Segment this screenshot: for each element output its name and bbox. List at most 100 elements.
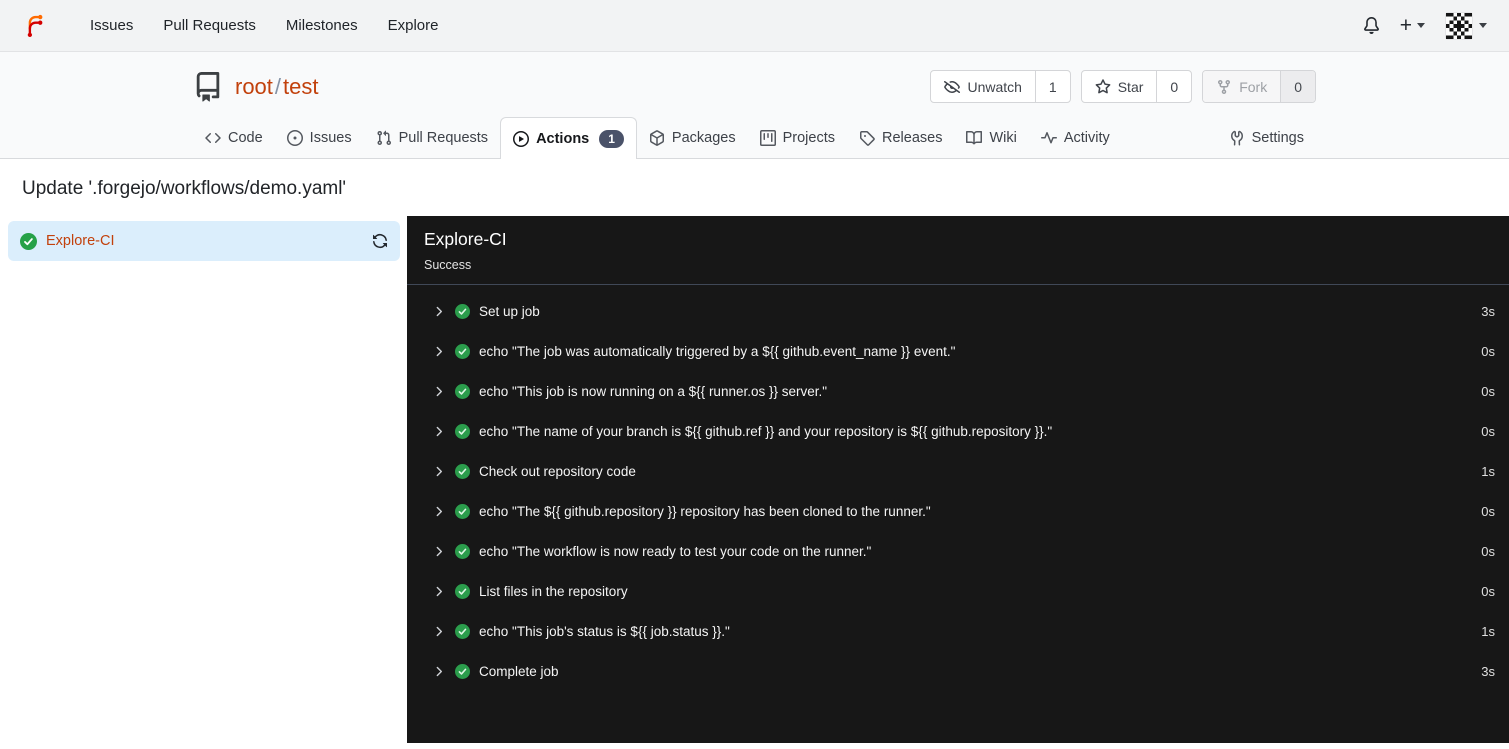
step-duration: 1s [1481,623,1495,639]
step-name: echo "The ${{ github.repository }} repos… [479,503,931,519]
step-duration: 0s [1481,503,1495,519]
step-name: echo "This job is now running on a ${{ r… [479,383,828,399]
chevron-right-icon [431,544,446,559]
step-name: List files in the repository [479,583,628,599]
step-row[interactable]: Set up job 3s [407,291,1509,331]
plus-icon: + [1399,14,1412,37]
avatar [1445,11,1473,40]
chevron-right-icon [431,664,446,679]
tab-pull-requests-label: Pull Requests [398,129,489,146]
repo-forked-icon [1216,79,1232,95]
nav-explore[interactable]: Explore [373,0,454,52]
tab-settings-label: Settings [1251,129,1304,146]
eye-closed-icon [944,79,961,95]
step-name: Check out repository code [479,463,636,479]
repo-title: root/test [193,71,319,102]
check-circle-icon [455,663,470,679]
step-row[interactable]: echo "This job is now running on a ${{ r… [407,371,1509,411]
repo-separator: / [274,73,282,99]
repo-owner-link[interactable]: root [235,74,273,99]
step-row[interactable]: echo "This job's status is ${{ job.statu… [407,611,1509,651]
repo-name-link[interactable]: test [283,74,318,99]
step-name: echo "The name of your branch is ${{ git… [479,423,1053,439]
check-circle-icon [455,463,470,479]
top-navbar: Issues Pull Requests Milestones Explore … [0,0,1509,52]
unwatch-label: Unwatch [967,78,1022,95]
tab-packages[interactable]: Packages [637,117,748,158]
job-log-panel: Explore-CI Success Set up job 3s echo "T… [407,216,1509,743]
step-name: echo "The workflow is now ready to test … [479,543,872,559]
star-icon [1095,78,1111,95]
chevron-right-icon [431,624,446,639]
job-name: Explore-CI [46,233,115,249]
check-circle-icon [455,503,470,519]
star-button-group: Star 0 [1080,70,1193,103]
step-name: echo "The job was automatically triggere… [479,343,956,359]
unwatch-button[interactable]: Unwatch [931,71,1034,102]
tab-settings[interactable]: Settings [1217,117,1316,158]
step-duration: 1s [1481,463,1495,479]
stars-count[interactable]: 0 [1156,71,1191,102]
watchers-count[interactable]: 1 [1034,71,1070,102]
tab-releases[interactable]: Releases [847,117,954,158]
chevron-down-icon [1417,23,1425,28]
tab-projects[interactable]: Projects [748,117,847,158]
tab-releases-label: Releases [882,129,943,146]
actions-run-page: Update '.forgejo/workflows/demo.yaml' Ex… [0,159,1509,743]
tab-issues-label: Issues [309,129,352,146]
chevron-right-icon [431,384,446,399]
check-circle-icon [455,623,470,639]
step-row[interactable]: echo "The ${{ github.repository }} repos… [407,491,1509,531]
job-status-text: Success [424,258,472,272]
step-row[interactable]: Complete job 3s [407,651,1509,691]
tab-actions[interactable]: Actions 1 [500,117,637,159]
tab-issues[interactable]: Issues [275,117,364,158]
nav-milestones[interactable]: Milestones [271,0,373,52]
create-new-button[interactable]: + [1400,15,1425,36]
chevron-right-icon [431,464,446,479]
actions-count-badge: 1 [599,129,624,148]
job-item-explore-ci[interactable]: Explore-CI [8,221,400,261]
fork-label: Fork [1239,78,1268,95]
run-title: Update '.forgejo/workflows/demo.yaml' [22,178,347,199]
step-name: Complete job [479,663,559,679]
repo-book-icon [193,71,223,102]
step-row[interactable]: echo "The job was automatically triggere… [407,331,1509,371]
step-row[interactable]: echo "The workflow is now ready to test … [407,531,1509,571]
nav-issues[interactable]: Issues [75,0,148,52]
step-name: echo "This job's status is ${{ job.statu… [479,623,730,639]
tab-packages-label: Packages [671,129,736,146]
nav-pull-requests[interactable]: Pull Requests [148,0,271,52]
star-button[interactable]: Star [1082,71,1157,102]
rerun-job-button[interactable] [372,233,388,249]
repo-header: root/test Unwatch 1 Star 0 Fork 0 Code I… [0,52,1509,159]
step-duration: 0s [1481,583,1495,599]
fork-button: Fork [1203,71,1281,102]
check-circle-icon [455,583,470,599]
user-menu-button[interactable] [1445,11,1487,40]
forks-count[interactable]: 0 [1280,71,1315,102]
navbar-right: + [1363,11,1487,40]
jobs-sidebar: Explore-CI [0,216,407,743]
tab-wiki[interactable]: Wiki [954,117,1028,158]
check-circle-icon [455,543,470,559]
step-duration: 0s [1481,423,1495,439]
step-row[interactable]: Check out repository code 1s [407,451,1509,491]
notifications-button[interactable] [1363,17,1380,34]
step-duration: 3s [1481,303,1495,319]
check-circle-icon [455,303,470,319]
tab-actions-label: Actions [536,130,590,147]
tab-activity-label: Activity [1063,129,1110,146]
tab-code[interactable]: Code [193,117,275,158]
step-row[interactable]: echo "The name of your branch is ${{ git… [407,411,1509,451]
tab-activity[interactable]: Activity [1029,117,1122,158]
star-label: Star [1117,78,1144,95]
step-duration: 3s [1481,663,1495,679]
step-duration: 0s [1481,543,1495,559]
step-duration: 0s [1481,383,1495,399]
step-row[interactable]: List files in the repository 0s [407,571,1509,611]
job-log-title: Explore-CI [424,229,507,249]
forgejo-logo[interactable] [22,12,49,39]
tab-pull-requests[interactable]: Pull Requests [364,117,500,158]
chevron-right-icon [431,344,446,359]
